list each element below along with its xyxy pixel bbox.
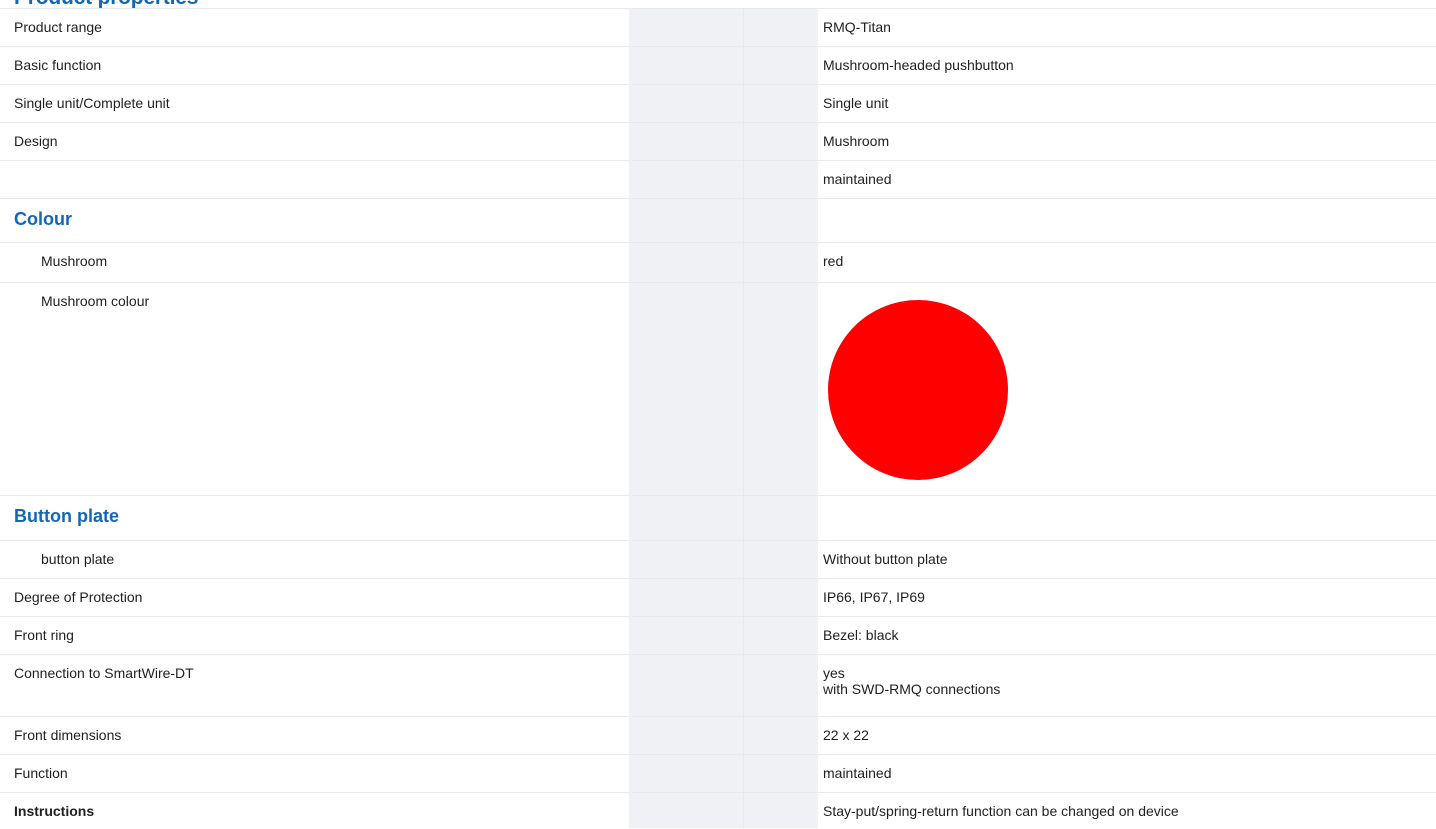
row-value: 22 x 22 bbox=[823, 727, 869, 743]
row-label: Product range bbox=[14, 19, 102, 35]
table-row: Single unit/Complete unit Single unit bbox=[0, 84, 1436, 123]
row-label: Mushroom bbox=[41, 253, 108, 269]
row-value: maintained bbox=[823, 765, 892, 781]
row-label: Basic function bbox=[14, 57, 102, 73]
row-label: Design bbox=[14, 133, 58, 149]
section-title-button-plate: Button plate bbox=[14, 506, 119, 526]
row-label: Function bbox=[14, 765, 68, 781]
row-value: Mushroom-headed pushbutton bbox=[823, 57, 1014, 73]
colour-swatch bbox=[828, 300, 1008, 480]
table-row: maintained bbox=[0, 160, 1436, 199]
row-value: Stay-put/spring-return function can be c… bbox=[823, 803, 1179, 819]
row-label: Mushroom colour bbox=[41, 293, 150, 309]
row-value: Mushroom bbox=[823, 133, 890, 149]
row-value: red bbox=[823, 253, 844, 269]
row-label: Connection to SmartWire-DT bbox=[14, 665, 194, 681]
table-row: Front dimensions 22 x 22 bbox=[0, 716, 1436, 755]
section-title-colour: Colour bbox=[14, 209, 72, 229]
row-value: maintained bbox=[823, 171, 892, 187]
section-heading-row: Button plate bbox=[0, 495, 1436, 541]
table-row: Connection to SmartWire-DT yes with SWD-… bbox=[0, 654, 1436, 717]
row-value-line: with SWD-RMQ connections bbox=[823, 681, 1001, 697]
table-row: Front ring Bezel: black bbox=[0, 616, 1436, 655]
table-row: Instructions Stay-put/spring-return func… bbox=[0, 792, 1436, 829]
row-value: IP66, IP67, IP69 bbox=[823, 589, 925, 605]
section-heading-row: Colour bbox=[0, 198, 1436, 243]
row-label: Front dimensions bbox=[14, 727, 122, 743]
row-label: Single unit/Complete unit bbox=[14, 95, 170, 111]
row-label: button plate bbox=[41, 551, 115, 567]
row-value: RMQ-Titan bbox=[823, 19, 891, 35]
row-value: Single unit bbox=[823, 95, 889, 111]
table-row: Mushroom colour bbox=[0, 282, 1436, 496]
table-row: Mushroom red bbox=[0, 242, 1436, 283]
table-row: Basic function Mushroom-headed pushbutto… bbox=[0, 46, 1436, 85]
row-value: yes with SWD-RMQ connections bbox=[823, 665, 1000, 697]
row-value: Bezel: black bbox=[823, 627, 899, 643]
table-row: Product range RMQ-Titan bbox=[0, 8, 1436, 47]
row-label: Instructions bbox=[14, 803, 95, 819]
row-value: Without button plate bbox=[823, 551, 948, 567]
section-heading-product: Product properties bbox=[14, 0, 198, 8]
table-row: button plate Without button plate bbox=[0, 540, 1436, 579]
row-value-line: yes bbox=[823, 665, 845, 681]
table-row: Degree of Protection IP66, IP67, IP69 bbox=[0, 578, 1436, 617]
table-row: Design Mushroom bbox=[0, 122, 1436, 161]
row-label: Front ring bbox=[14, 627, 74, 643]
table-row: Function maintained bbox=[0, 754, 1436, 793]
row-label: Degree of Protection bbox=[14, 589, 143, 605]
